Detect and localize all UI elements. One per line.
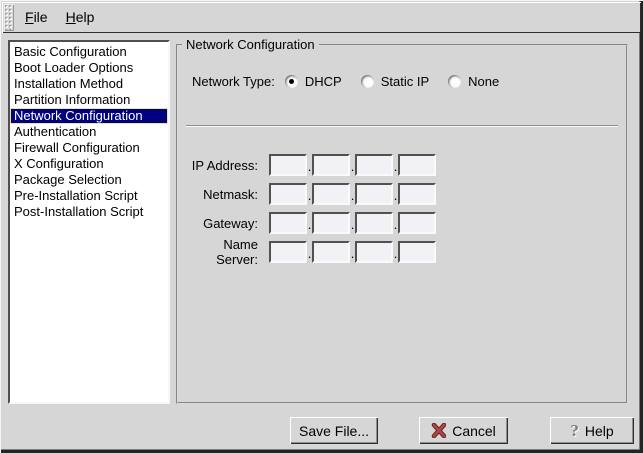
radio-button-icon bbox=[285, 75, 298, 88]
ip-address-octet-4[interactable] bbox=[398, 154, 436, 176]
name-server-octet-2[interactable] bbox=[312, 241, 350, 263]
name-server-row: Name Server: . . . bbox=[178, 241, 626, 263]
radio-option-none[interactable]: None bbox=[448, 74, 499, 89]
cancel-button[interactable]: Cancel bbox=[419, 417, 508, 444]
sidebar-item-pre-installation-script[interactable]: Pre-Installation Script bbox=[10, 188, 168, 204]
radio-button-icon bbox=[361, 75, 374, 88]
sidebar-item-authentication[interactable]: Authentication bbox=[10, 124, 168, 140]
sidebar-item-firewall-configuration[interactable]: Firewall Configuration bbox=[10, 140, 168, 156]
ip-address-octet-3[interactable] bbox=[355, 154, 393, 176]
gateway-octet-3[interactable] bbox=[355, 212, 393, 234]
netmask-octet-1[interactable] bbox=[269, 183, 307, 205]
netmask-octet-3[interactable] bbox=[355, 183, 393, 205]
save-file-button-label: Save File... bbox=[299, 423, 369, 439]
sidebar-item-boot-loader-options[interactable]: Boot Loader Options bbox=[10, 60, 168, 76]
sidebar-item-basic-configuration[interactable]: Basic Configuration bbox=[10, 44, 168, 60]
save-file-button[interactable]: Save File... bbox=[290, 417, 378, 444]
network-configuration-frame: Network Configuration Network Type: DHCP… bbox=[176, 44, 628, 404]
name-server-octet-3[interactable] bbox=[355, 241, 393, 263]
help-button[interactable]: ? Help bbox=[550, 417, 634, 444]
name-server-octet-1[interactable] bbox=[269, 241, 307, 263]
gateway-octet-2[interactable] bbox=[312, 212, 350, 234]
sidebar-item-installation-method[interactable]: Installation Method bbox=[10, 76, 168, 92]
sidebar-item-package-selection[interactable]: Package Selection bbox=[10, 172, 168, 188]
ip-address-octet-1[interactable] bbox=[269, 154, 307, 176]
frame-title: Network Configuration bbox=[182, 37, 319, 53]
radio-label-none: None bbox=[468, 74, 499, 89]
menu-file[interactable]: File bbox=[16, 3, 57, 32]
gateway-row: Gateway: . . . bbox=[178, 212, 626, 234]
sidebar-item-post-installation-script[interactable]: Post-Installation Script bbox=[10, 204, 168, 220]
radio-option-dhcp[interactable]: DHCP bbox=[285, 74, 342, 89]
help-button-label: Help bbox=[585, 423, 614, 439]
menubar-grip-handle[interactable] bbox=[4, 4, 14, 31]
menubar: File Help bbox=[2, 2, 641, 33]
name-server-octet-4[interactable] bbox=[398, 241, 436, 263]
network-type-row: Network Type: DHCP Static IP None bbox=[192, 74, 518, 89]
ip-address-label: IP Address: bbox=[178, 158, 258, 173]
radio-button-icon bbox=[448, 75, 461, 88]
sidebar-item-partition-information[interactable]: Partition Information bbox=[10, 92, 168, 108]
network-type-label: Network Type: bbox=[192, 74, 275, 89]
radio-option-static-ip[interactable]: Static IP bbox=[361, 74, 429, 89]
gateway-octet-1[interactable] bbox=[269, 212, 307, 234]
sidebar-item-x-configuration[interactable]: X Configuration bbox=[10, 156, 168, 172]
menu-help[interactable]: Help bbox=[57, 3, 104, 32]
gateway-octet-4[interactable] bbox=[398, 212, 436, 234]
radio-label-static-ip: Static IP bbox=[381, 74, 429, 89]
menu-items: File Help bbox=[16, 2, 103, 33]
cancel-x-icon bbox=[431, 423, 446, 438]
sidebar-item-network-configuration[interactable]: Network Configuration bbox=[10, 108, 168, 124]
help-question-icon: ? bbox=[570, 423, 579, 438]
cancel-button-label: Cancel bbox=[452, 423, 496, 439]
netmask-label: Netmask: bbox=[178, 187, 258, 202]
ip-fields-group: IP Address: . . . Netmask: . . . G bbox=[178, 154, 626, 270]
kickstart-configurator-window: File Help Basic Configuration Boot Loade… bbox=[0, 0, 643, 453]
netmask-octet-4[interactable] bbox=[398, 183, 436, 205]
ip-address-octet-2[interactable] bbox=[312, 154, 350, 176]
netmask-row: Netmask: . . . bbox=[178, 183, 626, 205]
ip-address-row: IP Address: . . . bbox=[178, 154, 626, 176]
radio-label-dhcp: DHCP bbox=[305, 74, 342, 89]
horizontal-separator bbox=[186, 125, 618, 126]
config-section-list: Basic Configuration Boot Loader Options … bbox=[8, 40, 170, 404]
gateway-label: Gateway: bbox=[178, 216, 258, 231]
name-server-label: Name Server: bbox=[178, 237, 258, 267]
netmask-octet-2[interactable] bbox=[312, 183, 350, 205]
